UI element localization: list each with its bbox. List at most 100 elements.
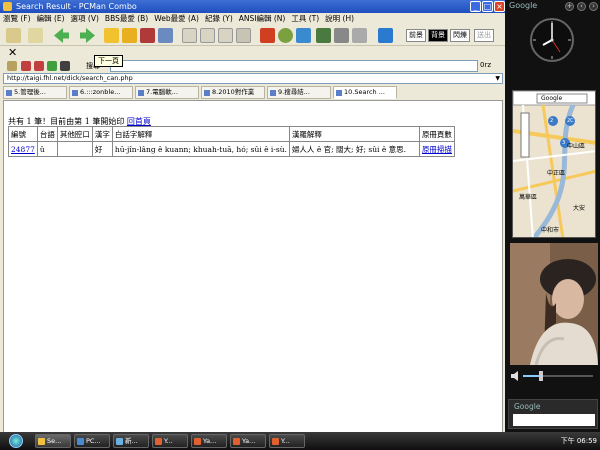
paste-icon[interactable] <box>200 28 215 43</box>
app-icon <box>233 437 240 445</box>
taskbar-item-pc[interactable]: PC... <box>74 434 110 448</box>
clipboard-icon[interactable] <box>218 28 233 43</box>
stop-icon[interactable] <box>140 28 155 43</box>
reconnect-icon[interactable] <box>158 28 173 43</box>
menu-history[interactable]: 紀錄 (Y) <box>205 13 233 25</box>
settings-gear-icon[interactable] <box>278 28 293 43</box>
map-district-label: 中和市 <box>541 227 560 234</box>
lightning-icon[interactable] <box>104 28 119 43</box>
start-button[interactable] <box>0 432 32 450</box>
google-search-input[interactable] <box>513 414 595 426</box>
entry-number-cell[interactable]: 24877 <box>8 141 38 157</box>
task-label: Ya... <box>242 437 256 445</box>
address-book-icon[interactable] <box>6 28 21 43</box>
volume-control[interactable] <box>509 370 598 382</box>
taskbar-item-y2[interactable]: Y... <box>269 434 305 448</box>
blink-button[interactable]: 閃爍 <box>450 29 470 42</box>
tab-label: 5.管理後... <box>14 88 46 96</box>
tab-5[interactable]: 5.管理後... <box>3 86 67 99</box>
menu-options[interactable]: 選項 (V) <box>71 13 99 25</box>
tab-8[interactable]: 8.2010對作業 <box>201 86 265 99</box>
keyboard-icon[interactable] <box>334 28 349 43</box>
title-bar[interactable]: Search Result - PCMan Combo _ □ × <box>0 0 505 13</box>
select-all-icon[interactable] <box>236 28 251 43</box>
table-header-row: 編號 台語 其他腔口 漢字 白話字解釋 漢羅解釋 原冊頁數 <box>8 126 455 142</box>
entry-number-link[interactable]: 24877 <box>11 145 35 154</box>
favorites-icon[interactable] <box>21 61 31 71</box>
menu-bar: 瀏覽 (F) 編輯 (E) 選項 (V) BBS最愛 (B) Web最愛 (A)… <box>0 13 505 25</box>
tab-label: 7.電腦軟... <box>146 88 178 96</box>
taskbar-item-search[interactable]: Se... <box>35 434 71 448</box>
close-icon[interactable]: ✕ <box>8 46 17 59</box>
page-icon <box>72 89 78 96</box>
background-button[interactable]: 背景 <box>428 29 448 42</box>
address-bar[interactable]: http://taigi.fhl.net/dick/search_can.php… <box>3 73 503 84</box>
map-gadget[interactable]: Google 2 2C 3 中山區 中正區 萬華區 大安 中和市 <box>512 90 596 238</box>
taskbar-item-ya1[interactable]: Ya... <box>191 434 227 448</box>
taskbar-item-ya2[interactable]: Ya... <box>230 434 266 448</box>
page-icon <box>270 89 276 96</box>
tab-9[interactable]: 9.搜尋結... <box>267 86 331 99</box>
maximize-button[interactable]: □ <box>482 1 493 12</box>
page-icon <box>204 89 210 96</box>
refresh-icon[interactable] <box>47 61 57 71</box>
tab-bar: 5.管理後... 6.:::zonble... 7.電腦軟... 8.2010對… <box>0 86 505 100</box>
menu-tools[interactable]: 工具 (T) <box>291 13 319 25</box>
hanlo-definition-cell: 婦人人 ê 官; 闊大; 好; sûi ê 意思. <box>288 141 420 157</box>
menu-view[interactable]: 瀏覽 (F) <box>3 13 31 25</box>
address-url: http://taigi.fhl.net/dick/search_can.php <box>7 74 133 82</box>
photo-image <box>510 243 598 365</box>
tray-clock[interactable]: 下午 06:59 <box>561 436 597 446</box>
disconnect-icon[interactable] <box>122 28 137 43</box>
tab-7[interactable]: 7.電腦軟... <box>135 86 199 99</box>
help-icon[interactable] <box>378 28 393 43</box>
menu-edit[interactable]: 編輯 (E) <box>37 13 65 25</box>
back-arrow-icon[interactable] <box>54 28 69 43</box>
font-icon[interactable] <box>260 28 275 43</box>
foreground-button[interactable]: 前景 <box>406 29 426 42</box>
add-gadget-icon[interactable]: + <box>565 2 574 11</box>
copy-icon[interactable] <box>182 28 197 43</box>
taskbar-item-new[interactable]: 新... <box>113 434 149 448</box>
menu-bbs-favorites[interactable]: BBS最愛 (B) <box>105 13 148 25</box>
app-icon <box>3 2 12 11</box>
table-row: 24877 ǔ 好 hū-jîn-lâng ê kuann; khuah-tuā… <box>8 141 455 157</box>
forward-arrow-icon[interactable] <box>80 28 95 43</box>
volume-handle[interactable] <box>539 371 543 381</box>
tab-6[interactable]: 6.:::zonble... <box>69 86 133 99</box>
minimize-button[interactable]: _ <box>470 1 481 12</box>
app-icon <box>194 437 201 445</box>
chevron-down-icon[interactable]: ▼ <box>495 74 500 83</box>
search-input[interactable] <box>110 60 478 72</box>
image-icon[interactable] <box>316 28 331 43</box>
task-label: Y... <box>281 437 290 445</box>
print-icon[interactable] <box>60 61 70 71</box>
system-tray: 下午 06:59 <box>538 432 600 450</box>
close-window-button[interactable]: × <box>494 1 505 12</box>
stop-load-icon[interactable] <box>34 61 44 71</box>
map-district-label: 中正區 <box>547 170 566 177</box>
prev-gadget-icon[interactable]: ‹ <box>577 2 586 11</box>
search-engine-select[interactable]: 0rz <box>480 61 491 69</box>
scan-link[interactable]: 原冊掃描 <box>422 145 452 154</box>
send-button[interactable]: 送出 <box>474 29 494 42</box>
taskbar-item-y1[interactable]: Y... <box>152 434 188 448</box>
display-icon[interactable] <box>352 28 367 43</box>
scan-cell[interactable]: 原冊掃描 <box>418 141 455 157</box>
other-accent-cell <box>56 141 93 157</box>
new-page-icon[interactable] <box>28 28 43 43</box>
next-gadget-icon[interactable]: › <box>589 2 598 11</box>
home-link[interactable]: 回首頁 <box>127 117 151 126</box>
menu-help[interactable]: 說明 (H) <box>325 13 354 25</box>
menu-ansi-edit[interactable]: ANSI編輯 (N) <box>239 13 286 25</box>
slideshow-gadget[interactable] <box>510 243 598 365</box>
tab-10[interactable]: 10.Search ... <box>333 86 397 99</box>
map-drawing <box>513 91 595 237</box>
google-search-label: Google <box>514 402 541 411</box>
poj-definition-cell: hū-jîn-lâng ê kuann; khuah-tuā, hó; sûi … <box>111 141 290 157</box>
volume-slider[interactable] <box>509 370 598 382</box>
ansi-color-icon[interactable] <box>296 28 311 43</box>
column-header: 白話字解釋 <box>111 126 290 142</box>
menu-web-favorites[interactable]: Web最愛 (A) <box>154 13 199 25</box>
home-icon[interactable] <box>7 61 17 71</box>
